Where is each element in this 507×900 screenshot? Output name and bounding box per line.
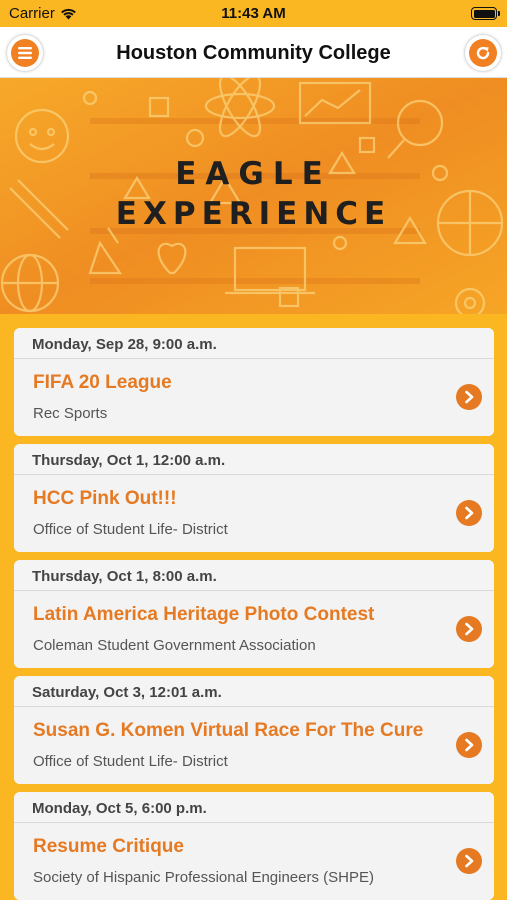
chevron-right-icon[interactable]	[456, 500, 482, 526]
event-organizer: Rec Sports	[33, 405, 108, 422]
chevron-right-icon[interactable]	[456, 732, 482, 758]
menu-icon	[18, 47, 32, 59]
status-time: 11:43 AM	[221, 5, 286, 22]
menu-button[interactable]	[7, 35, 43, 71]
event-organizer: Office of Student Life- District	[33, 521, 228, 538]
event-title: FIFA 20 League	[33, 372, 172, 393]
event-card[interactable]: Monday, Sep 28, 9:00 a.m. FIFA 20 League…	[14, 328, 494, 436]
event-title: Resume Critique	[33, 836, 184, 857]
event-organizer: Office of Student Life- District	[33, 753, 228, 770]
event-organizer: Society of Hispanic Professional Enginee…	[33, 869, 374, 886]
chevron-right-icon[interactable]	[456, 848, 482, 874]
event-card[interactable]: Thursday, Oct 1, 12:00 a.m. HCC Pink Out…	[14, 444, 494, 552]
event-card[interactable]: Saturday, Oct 3, 12:01 a.m. Susan G. Kom…	[14, 676, 494, 784]
event-title: Susan G. Komen Virtual Race For The Cure	[33, 720, 424, 741]
refresh-button[interactable]	[465, 35, 501, 71]
event-title: Latin America Heritage Photo Contest	[33, 604, 375, 625]
chevron-right-icon[interactable]	[456, 616, 482, 642]
banner-title-line1: EAGLE	[175, 156, 332, 192]
event-organizer: Coleman Student Government Association	[33, 637, 316, 654]
refresh-icon	[476, 46, 490, 60]
event-title: HCC Pink Out!!!	[33, 488, 177, 509]
battery-icon	[471, 7, 500, 20]
eagle-experience-banner: EAGLE EXPERIENCE	[0, 78, 507, 314]
banner-title-line2: EXPERIENCE	[115, 196, 392, 232]
event-date: Saturday, Oct 3, 12:01 a.m.	[14, 676, 494, 707]
event-date: Monday, Oct 5, 6:00 p.m.	[14, 792, 494, 823]
status-bar: Carrier 11:43 AM	[0, 0, 507, 27]
event-date: Thursday, Oct 1, 12:00 a.m.	[14, 444, 494, 475]
event-date: Thursday, Oct 1, 8:00 a.m.	[14, 560, 494, 591]
event-date: Monday, Sep 28, 9:00 a.m.	[14, 328, 494, 359]
nav-bar: Houston Community College	[0, 27, 507, 78]
chevron-right-icon[interactable]	[456, 384, 482, 410]
event-card[interactable]: Thursday, Oct 1, 8:00 a.m. Latin America…	[14, 560, 494, 668]
page-title: Houston Community College	[116, 42, 391, 64]
event-card[interactable]: Monday, Oct 5, 6:00 p.m. Resume Critique…	[14, 792, 494, 900]
